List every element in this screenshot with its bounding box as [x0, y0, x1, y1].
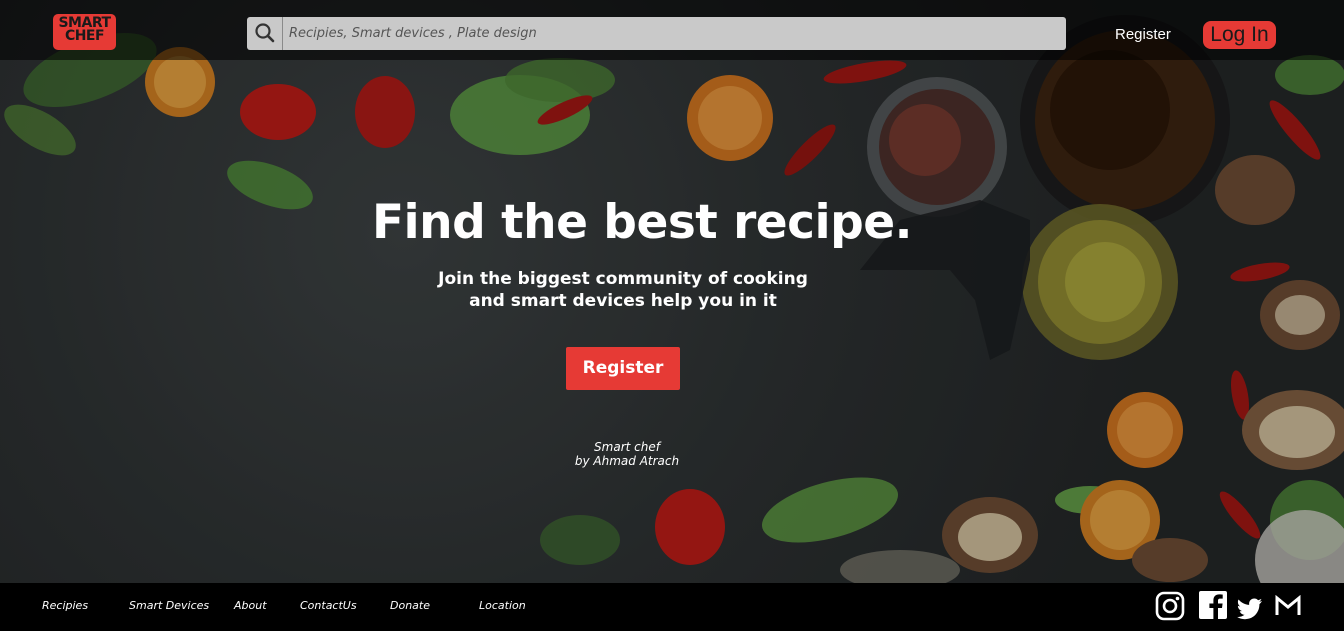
- hero-subtitle-line1: Join the biggest community of cooking: [438, 269, 808, 289]
- search-bar: [247, 17, 1066, 50]
- hero-subtitle-line2: and smart devices help you in it: [469, 291, 777, 311]
- hero-subtitle: Join the biggest community of cooking an…: [0, 268, 1246, 312]
- twitter-icon[interactable]: [1237, 598, 1263, 624]
- search-input[interactable]: [283, 17, 1049, 50]
- search-icon[interactable]: [247, 17, 283, 50]
- top-navigation-bar: SMART CHEF Register Log In: [0, 0, 1344, 60]
- footer-link-contactus[interactable]: ContactUs: [300, 599, 357, 612]
- login-button[interactable]: Log In: [1203, 21, 1276, 49]
- footer-link-about[interactable]: About: [234, 599, 267, 612]
- smart-chef-logo[interactable]: SMART CHEF: [53, 14, 116, 50]
- register-link[interactable]: Register: [1115, 26, 1171, 43]
- footer-link-recipies[interactable]: Recipies: [42, 599, 88, 612]
- logo-text-line2: CHEF: [64, 28, 105, 44]
- credit-text: Smart chef by Ahmad Atrach: [0, 440, 1254, 468]
- footer-link-donate[interactable]: Donate: [390, 599, 430, 612]
- footer-link-smart-devices[interactable]: Smart Devices: [129, 599, 209, 612]
- credit-line2: by Ahmad Atrach: [574, 454, 680, 468]
- hero-title: Find the best recipe.: [371, 195, 913, 250]
- credit-line1: Smart chef: [594, 440, 660, 454]
- instagram-icon[interactable]: [1155, 591, 1185, 625]
- gmail-icon[interactable]: [1275, 594, 1301, 621]
- footer-link-location[interactable]: Location: [479, 599, 526, 612]
- footer: Recipies Smart Devices About ContactUs D…: [0, 583, 1344, 631]
- facebook-icon[interactable]: [1199, 591, 1227, 623]
- register-button[interactable]: Register: [566, 347, 680, 390]
